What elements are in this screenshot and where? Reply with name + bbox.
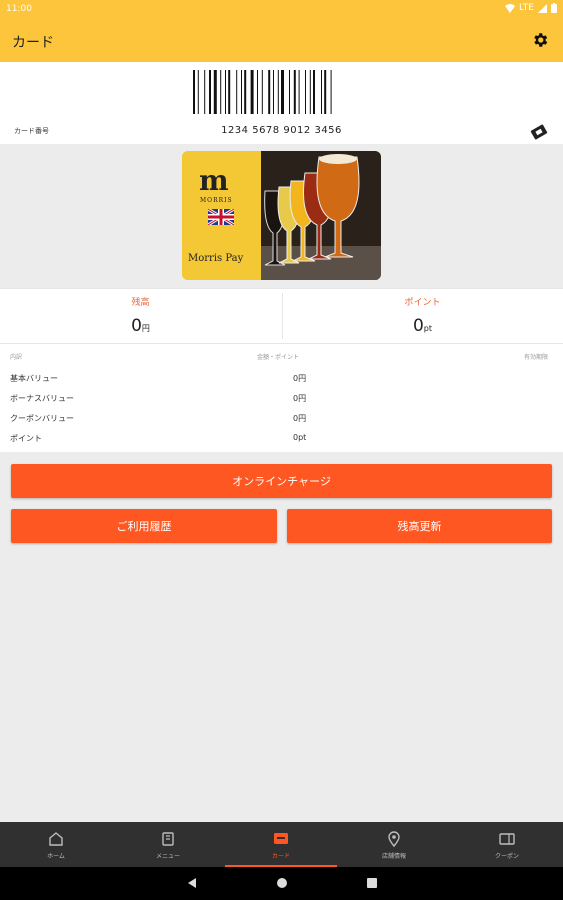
barcode-bar: [213, 70, 217, 114]
system-nav-bar: [0, 867, 563, 900]
nav-item-home[interactable]: ホーム: [0, 822, 112, 867]
barcode-bar: [250, 70, 254, 114]
bottom-nav: ホーム メニュー カード 店舗情報 クーポン: [0, 822, 563, 867]
membership-card-image: m MORRIS Morris Pay: [182, 151, 381, 280]
card-product-name: Morris Pay: [188, 253, 244, 264]
card-brand: MORRIS: [200, 197, 233, 204]
barcode-bar: [330, 70, 332, 114]
points-label: ポイント: [404, 298, 441, 308]
barcode-bar: [209, 70, 211, 114]
barcode-bar: [313, 70, 315, 114]
barcode-bar: [324, 70, 327, 114]
details-header-expiry: 有効期限: [524, 354, 549, 361]
barcode-bar: [289, 70, 290, 114]
detail-row-value: 0円: [293, 394, 307, 403]
refresh-balance-button[interactable]: 残高更新: [287, 509, 552, 543]
recents-icon[interactable]: [366, 877, 378, 889]
menu-book-icon: [162, 832, 174, 846]
nav-label: メニュー: [155, 853, 180, 860]
detail-row-value: 0円: [293, 374, 307, 383]
barcode-bar: [293, 70, 296, 114]
barcode-bar: [236, 70, 238, 114]
page-title: カード: [12, 35, 54, 51]
detail-row-label: ポイント: [10, 434, 42, 443]
status-bar: 11:00 LTE: [0, 0, 563, 20]
nav-label: ホーム: [47, 853, 65, 860]
barcode-bar: [305, 70, 306, 114]
detail-row-value: 0円: [293, 414, 307, 423]
barcode-bar: [257, 70, 258, 114]
card-area: m MORRIS Morris Pay: [0, 144, 563, 288]
signal-icon: [538, 3, 547, 13]
balance-yen: 残高 0円: [0, 295, 281, 336]
barcode-bar: [225, 70, 226, 114]
balance-details: 内訳 金額・ポイント 有効期限 基本バリュー 0円 ボーナスバリュー 0円 クー…: [0, 344, 563, 452]
status-icons: LTE: [505, 3, 557, 13]
balance-unit: 円: [141, 324, 150, 333]
card-icon: [274, 833, 288, 844]
nav-item-menu[interactable]: メニュー: [112, 822, 224, 867]
details-header-breakdown: 内訳: [10, 354, 23, 361]
barcode-bar: [193, 70, 195, 114]
detail-row-label: 基本バリュー: [10, 374, 58, 383]
barcode-bar: [298, 70, 300, 114]
barcode-bar: [268, 70, 271, 114]
card-number: 1234 5678 9012 3456: [221, 125, 342, 136]
gear-icon[interactable]: [531, 31, 549, 49]
details-header-amount: 金額・ポイント: [257, 354, 300, 361]
nav-label: 店舗情報: [381, 853, 406, 860]
barcode-bar: [244, 70, 247, 114]
beer-glasses-photo: [261, 151, 381, 280]
points-amount: 0pt: [282, 316, 563, 336]
barcode-bar: [321, 70, 322, 114]
location-pin-icon: [388, 831, 400, 848]
card-logo-panel: m MORRIS Morris Pay: [182, 151, 261, 280]
barcode-bar: [281, 70, 284, 114]
barcode-image: [193, 70, 332, 114]
nav-label: クーポン: [494, 853, 519, 860]
detail-row-label: ボーナスバリュー: [10, 394, 74, 403]
online-charge-button[interactable]: オンラインチャージ: [11, 464, 552, 498]
barcode-bar: [261, 70, 263, 114]
balance-label: 残高: [131, 298, 150, 308]
barcode-bar: [241, 70, 242, 114]
nav-item-coupon[interactable]: クーポン: [451, 822, 563, 867]
status-time: 11:00: [6, 4, 32, 14]
detail-row-value: 0pt: [293, 433, 307, 442]
coupon-icon: [499, 833, 515, 845]
nav-label: カード: [271, 853, 290, 860]
points-unit: pt: [423, 324, 433, 333]
detail-row-label: クーポンバリュー: [10, 414, 74, 423]
usage-history-button[interactable]: ご利用履歴: [11, 509, 277, 543]
home-icon: [49, 832, 63, 846]
points-value: 0: [412, 316, 424, 336]
tag-icon[interactable]: [529, 122, 549, 142]
balance-value: 0: [131, 316, 142, 336]
barcode-panel: カード番号 1234 5678 9012 3456: [0, 62, 563, 144]
back-icon[interactable]: [186, 877, 198, 889]
barcode-bar: [204, 70, 206, 114]
balance-summary: 残高 0円 ポイント 0pt: [0, 288, 563, 344]
morris-logo: m: [199, 164, 229, 197]
barcode-bar: [273, 70, 274, 114]
barcode-bar: [197, 70, 199, 114]
barcode-bar: [228, 70, 231, 114]
barcode-bar: [309, 70, 311, 114]
barcode-bar: [277, 70, 279, 114]
uk-flag-icon: [208, 209, 234, 225]
nav-item-card[interactable]: カード: [225, 822, 337, 867]
network-type: LTE: [519, 3, 534, 13]
wifi-icon: [505, 3, 516, 13]
battery-icon: [551, 3, 557, 13]
app-bar: カード: [0, 20, 563, 62]
balance-points: ポイント 0pt: [282, 295, 563, 336]
balance-amount: 0円: [0, 316, 281, 336]
nav-item-store-info[interactable]: 店舗情報: [338, 822, 450, 867]
barcode-bar: [220, 70, 222, 114]
home-circle-icon[interactable]: [276, 877, 288, 889]
